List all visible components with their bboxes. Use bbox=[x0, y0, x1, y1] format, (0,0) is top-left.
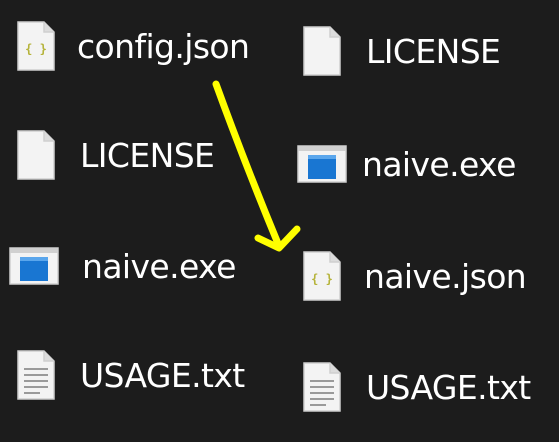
text-file-icon bbox=[303, 362, 341, 412]
json-file-icon: { } bbox=[303, 251, 341, 301]
file-name: LICENSE bbox=[80, 135, 215, 175]
file-item-naive-exe[interactable]: naive.exe bbox=[8, 236, 236, 296]
blank-file-icon bbox=[303, 26, 341, 76]
file-name: USAGE.txt bbox=[366, 367, 531, 407]
file-name: naive.json bbox=[364, 256, 527, 296]
file-name: LICENSE bbox=[366, 31, 501, 71]
file-name: USAGE.txt bbox=[80, 355, 245, 395]
exe-file-icon bbox=[9, 247, 59, 285]
file-name: naive.exe bbox=[82, 246, 236, 286]
blank-file-icon bbox=[17, 130, 55, 180]
exe-file-icon bbox=[297, 145, 347, 183]
file-item-config-json[interactable]: { } config.json bbox=[14, 16, 250, 76]
file-item-naive-json[interactable]: { } naive.json bbox=[300, 246, 527, 306]
file-item-usage-txt[interactable]: USAGE.txt bbox=[300, 357, 531, 417]
svg-text:{ }: { } bbox=[311, 272, 333, 286]
svg-text:{ }: { } bbox=[25, 42, 47, 56]
file-item-usage-txt[interactable]: USAGE.txt bbox=[14, 345, 245, 405]
file-name: config.json bbox=[77, 26, 250, 66]
file-item-license[interactable]: LICENSE bbox=[300, 21, 501, 81]
json-file-icon: { } bbox=[17, 21, 55, 71]
file-name: naive.exe bbox=[362, 144, 516, 184]
file-item-naive-exe[interactable]: naive.exe bbox=[296, 134, 516, 194]
file-item-license[interactable]: LICENSE bbox=[14, 125, 215, 185]
text-file-icon bbox=[17, 350, 55, 400]
